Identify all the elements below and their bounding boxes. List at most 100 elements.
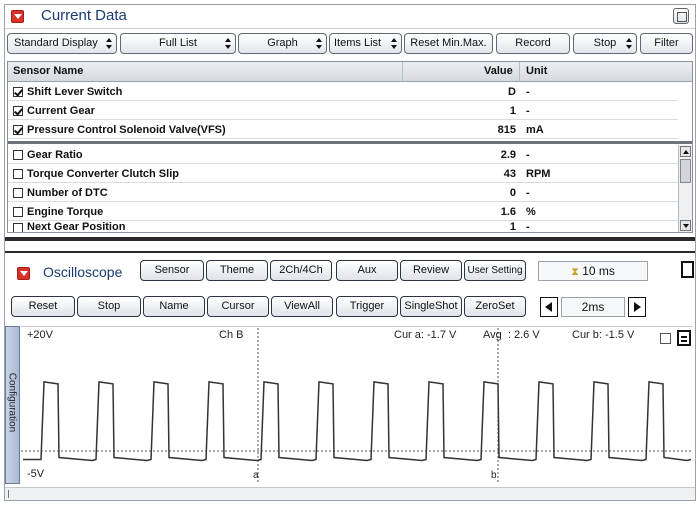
updown-icon xyxy=(391,38,397,49)
filter-button[interactable]: Filter xyxy=(640,33,693,54)
table-row[interactable]: Shift Lever Switch D - xyxy=(8,83,678,101)
table-row[interactable]: Next Gear Position 1 - xyxy=(8,222,678,232)
sensor-value: 1.6 xyxy=(500,206,516,218)
column-divider xyxy=(402,62,403,81)
aux-button[interactable]: Aux xyxy=(336,260,398,281)
panel-toggle-icon[interactable] xyxy=(681,261,694,278)
row-checkbox[interactable] xyxy=(13,106,23,116)
column-header-value[interactable]: Value xyxy=(484,65,513,77)
sensor-unit: - xyxy=(526,187,530,199)
updown-icon xyxy=(626,38,632,49)
sensor-value: 0 xyxy=(509,187,516,199)
record-button[interactable]: Record xyxy=(496,33,570,54)
scope-horizontal-scrollbar[interactable] xyxy=(5,487,695,500)
scroll-left-icon[interactable] xyxy=(8,490,12,498)
sensor-unit: - xyxy=(526,105,530,117)
table-scrollbar[interactable] xyxy=(678,145,692,232)
name-button[interactable]: Name xyxy=(143,296,205,317)
row-checkbox[interactable] xyxy=(13,150,23,160)
panel-splitter[interactable] xyxy=(5,237,695,241)
full-list-select[interactable]: Full List xyxy=(120,33,236,54)
stop-select[interactable]: Stop xyxy=(573,33,637,54)
pinned-rows-separator[interactable] xyxy=(8,141,692,144)
collapse-arrow-icon[interactable] xyxy=(11,10,24,23)
table-row[interactable]: Torque Converter Clutch Slip 43 RPM xyxy=(8,165,678,183)
hourglass-icon: ⧗ xyxy=(571,266,579,278)
graph-select[interactable]: Graph xyxy=(238,33,327,54)
singleshot-button[interactable]: SingleShot xyxy=(400,296,462,317)
full-list-label: Full List xyxy=(159,37,197,49)
channel-label: Ch B xyxy=(219,329,244,341)
current-data-title: Current Data xyxy=(41,7,127,24)
stop-label: Stop xyxy=(97,300,121,312)
items-list-label: Items List xyxy=(334,37,382,49)
collapse-arrow-icon[interactable] xyxy=(17,267,30,280)
scroll-up-icon[interactable] xyxy=(680,146,691,157)
sensor-value: 815 xyxy=(497,124,516,136)
bottom-voltage-label: -5V xyxy=(27,468,45,480)
cursor-b-marker: b xyxy=(491,470,497,481)
sensor-unit: mA xyxy=(526,124,544,136)
sensor-unit: - xyxy=(526,222,530,232)
row-checkbox[interactable] xyxy=(13,188,23,198)
scroll-down-icon[interactable] xyxy=(680,220,691,231)
scroll-thumb[interactable] xyxy=(680,159,691,183)
row-checkbox[interactable] xyxy=(13,223,23,232)
scope-menu-icon[interactable] xyxy=(677,330,691,346)
table-row[interactable]: Gear Ratio 2.9 - xyxy=(8,146,678,164)
viewall-button[interactable]: ViewAll xyxy=(271,296,333,317)
row-checkbox[interactable] xyxy=(13,169,23,179)
app-frame: Current Data Standard Display Full List … xyxy=(4,4,696,501)
cursor-b-readout: Cur b: -1.5 V xyxy=(572,329,635,341)
row-checkbox[interactable] xyxy=(13,207,23,217)
items-list-select[interactable]: Items List xyxy=(329,33,402,54)
sensor-unit: - xyxy=(526,86,530,98)
time-display-value: 10 ms xyxy=(582,264,615,278)
waveform-plot xyxy=(21,326,693,482)
reset-minmax-button[interactable]: Reset Min.Max. xyxy=(404,33,493,54)
sensor-name: Torque Converter Clutch Slip xyxy=(27,168,179,180)
configuration-tab[interactable]: Configuration xyxy=(5,326,20,484)
standard-display-label: Standard Display xyxy=(14,37,98,49)
sensor-button[interactable]: Sensor xyxy=(140,260,204,281)
sensor-unit: - xyxy=(526,149,530,161)
row-checkbox[interactable] xyxy=(13,125,23,135)
sensor-table: Sensor Name Value Unit Shift Lever Switc… xyxy=(7,61,693,233)
cursor-a-marker: a xyxy=(253,470,259,481)
cursor-button[interactable]: Cursor xyxy=(207,296,269,317)
trigger-button[interactable]: Trigger xyxy=(336,296,398,317)
sensor-name: Pressure Control Solenoid Valve(VFS) xyxy=(27,124,226,136)
channels-button[interactable]: 2Ch/4Ch xyxy=(270,260,332,281)
stop-select[interactable]: Stop xyxy=(77,296,141,317)
user-setting-button[interactable]: User Setting xyxy=(464,260,526,281)
table-row[interactable]: Current Gear 1 - xyxy=(8,102,678,120)
sensor-value: 43 xyxy=(503,168,516,180)
sensor-name: Current Gear xyxy=(27,105,95,117)
column-header-sensor-name[interactable]: Sensor Name xyxy=(13,65,83,77)
timebase-increase-icon[interactable] xyxy=(628,297,646,317)
window-restore-icon[interactable] xyxy=(673,8,689,24)
cursor-a-readout: Cur a: -1.7 V xyxy=(394,329,457,341)
column-header-unit[interactable]: Unit xyxy=(526,65,547,77)
updown-icon xyxy=(106,38,112,49)
column-divider xyxy=(519,62,520,81)
updown-icon xyxy=(225,38,231,49)
theme-button[interactable]: Theme xyxy=(206,260,268,281)
table-row[interactable]: Pressure Control Solenoid Valve(VFS) 815… xyxy=(8,121,678,139)
sensor-value: 1 xyxy=(509,222,516,232)
review-button[interactable]: Review xyxy=(400,260,462,281)
top-voltage-label: +20V xyxy=(27,329,53,341)
time-display: ⧗ 10 ms xyxy=(538,261,648,281)
table-row[interactable]: Number of DTC 0 - xyxy=(8,184,678,202)
row-checkbox[interactable] xyxy=(13,87,23,97)
scope-checkbox[interactable] xyxy=(660,333,671,344)
zeroset-button[interactable]: ZeroSet xyxy=(464,296,526,317)
reset-button[interactable]: Reset xyxy=(11,296,75,317)
table-header: Sensor Name Value Unit xyxy=(8,62,692,82)
timebase-decrease-icon[interactable] xyxy=(540,297,558,317)
updown-icon xyxy=(316,38,322,49)
oscilloscope-display[interactable]: +20V -5V Ch B Cur a: -1.7 V Avg : 2.6 V … xyxy=(21,326,693,484)
sensor-name: Number of DTC xyxy=(27,187,108,199)
standard-display-select[interactable]: Standard Display xyxy=(7,33,117,54)
table-row[interactable]: Engine Torque 1.6 % xyxy=(8,203,678,221)
